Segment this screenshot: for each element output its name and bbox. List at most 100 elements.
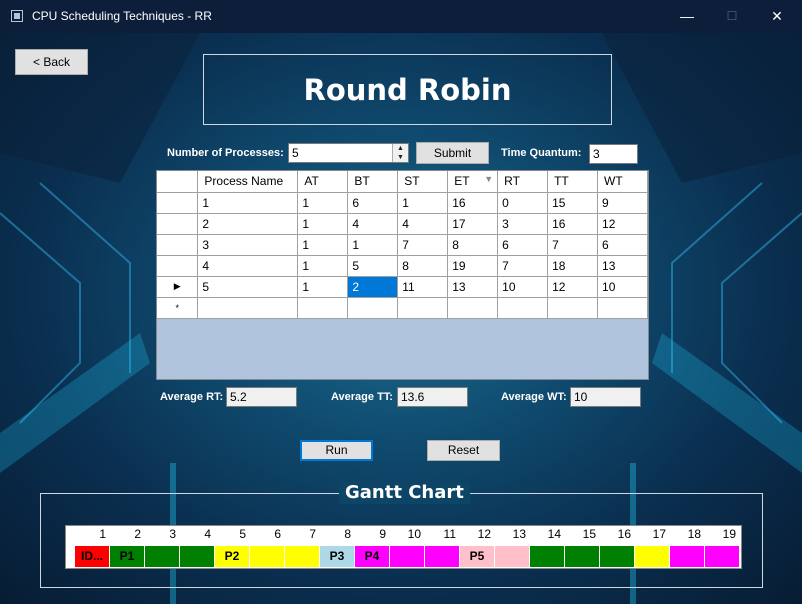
table-cell[interactable]: 4 [197,254,299,277]
spinner-arrows[interactable]: ▲ ▼ [392,144,408,162]
table-cell[interactable]: 11 [397,275,449,298]
table-cell[interactable]: 6 [497,233,549,256]
column-header-rt[interactable]: RT [497,171,549,193]
table-cell[interactable]: 13 [597,254,648,277]
table-cell[interactable]: 1 [347,233,399,256]
current-row-icon[interactable]: ▶ [157,275,199,298]
back-button[interactable]: < Back [15,49,88,75]
new-row-icon[interactable]: * [157,296,199,319]
gantt-time-label: 13 [512,527,526,541]
process-table[interactable]: Process Name AT BT ST ET ▼ RT TT WT 1 1 6… [156,170,649,380]
table-cell[interactable]: 12 [547,275,599,298]
gantt-chart: 1 2 3 4 5 6 7 8 9 10 11 12 13 14 15 16 17 18 19 ID... P1 P2 P3… [65,525,742,569]
table-cell[interactable]: 5 [347,254,399,277]
table-cell[interactable] [597,296,648,319]
spinner-up-icon[interactable]: ▲ [393,144,408,153]
table-cell[interactable]: 1 [397,191,449,214]
table-cell[interactable]: 6 [347,191,399,214]
table-cell[interactable]: 1 [197,191,299,214]
gantt-time-label: 12 [477,527,491,541]
table-cell[interactable]: 1 [297,212,349,235]
table-cell[interactable]: 1 [297,254,349,277]
table-cell[interactable] [347,296,399,319]
average-rt-field[interactable]: 5.2 [226,387,297,407]
table-cell[interactable]: 6 [597,233,648,256]
gantt-time-label: 3 [169,527,176,541]
gantt-cell: P4 [355,546,390,567]
table-cell[interactable]: 4 [347,212,399,235]
table-cell[interactable]: 5 [197,275,299,298]
table-cell[interactable]: 4 [397,212,449,235]
table-cell[interactable] [397,296,449,319]
table-cell[interactable] [197,296,299,319]
table-cell[interactable]: 7 [497,254,549,277]
table-cell[interactable]: 15 [547,191,599,214]
table-cell[interactable]: 17 [447,212,499,235]
table-cell[interactable] [297,296,349,319]
table-cell[interactable]: 10 [597,275,648,298]
minimize-button[interactable]: — [673,6,701,26]
gantt-time-label: 16 [617,527,631,541]
table-cell[interactable]: 10 [497,275,549,298]
gantt-cell [250,546,285,567]
new-table-row[interactable]: * [157,296,648,319]
column-header-process-name[interactable]: Process Name [197,171,299,193]
time-quantum-label: Time Quantum: [501,147,582,159]
column-header-et[interactable]: ET ▼ [447,171,499,193]
table-row[interactable]: 1 1 6 1 16 0 15 9 [157,191,648,214]
table-row[interactable]: 2 1 4 4 17 3 16 12 [157,212,648,235]
row-header[interactable] [157,191,199,214]
gantt-cell [530,546,565,567]
close-button[interactable]: ✕ [763,6,791,26]
table-cell[interactable]: 1 [297,191,349,214]
column-header-st[interactable]: ST [397,171,449,193]
table-row[interactable]: 4 1 5 8 19 7 18 13 [157,254,648,277]
gantt-time-label: 17 [652,527,666,541]
gantt-cell [285,546,320,567]
num-processes-spinner[interactable]: 5 ▲ ▼ [288,143,409,163]
column-header-bt[interactable]: BT [347,171,399,193]
table-row[interactable]: 3 1 1 7 8 6 7 6 [157,233,648,256]
row-header[interactable] [157,254,199,277]
table-cell[interactable]: 0 [497,191,549,214]
spinner-down-icon[interactable]: ▼ [393,153,408,162]
row-header[interactable] [157,212,199,235]
table-cell[interactable] [497,296,549,319]
table-cell[interactable]: 8 [447,233,499,256]
table-cell[interactable]: 19 [447,254,499,277]
row-header[interactable] [157,233,199,256]
table-cell[interactable]: 18 [547,254,599,277]
table-cell[interactable]: 8 [397,254,449,277]
average-wt-field[interactable]: 10 [570,387,641,407]
table-cell[interactable]: 9 [597,191,648,214]
table-cell[interactable]: 7 [397,233,449,256]
maximize-button: ☐ [726,9,738,23]
table-cell[interactable]: 2 [197,212,299,235]
table-cell[interactable]: 1 [297,233,349,256]
average-wt-label: Average WT: [501,391,567,403]
table-row[interactable]: ▶ 5 1 2 11 13 10 12 10 [157,275,648,298]
table-cell[interactable]: 16 [547,212,599,235]
column-header-wt[interactable]: WT [597,171,648,193]
table-cell[interactable] [547,296,599,319]
time-quantum-input[interactable]: 3 [589,144,638,164]
table-cell[interactable]: 3 [197,233,299,256]
gantt-time-label: 9 [379,527,386,541]
gantt-cell [705,546,740,567]
column-header-tt[interactable]: TT [547,171,599,193]
gantt-time-label: 8 [344,527,351,541]
table-cell[interactable]: 7 [547,233,599,256]
column-header-at[interactable]: AT [297,171,349,193]
average-tt-field[interactable]: 13.6 [397,387,468,407]
table-cell[interactable] [447,296,499,319]
table-cell[interactable]: 12 [597,212,648,235]
reset-button[interactable]: Reset [427,440,500,461]
table-cell[interactable]: 13 [447,275,499,298]
submit-button[interactable]: Submit [416,142,489,164]
table-cell[interactable]: 16 [447,191,499,214]
table-cell[interactable]: 3 [497,212,549,235]
table-cell[interactable]: 1 [297,275,349,298]
gantt-cell: ID... [75,546,110,567]
run-button[interactable]: Run [300,440,373,461]
selected-table-cell[interactable]: 2 [347,275,399,298]
